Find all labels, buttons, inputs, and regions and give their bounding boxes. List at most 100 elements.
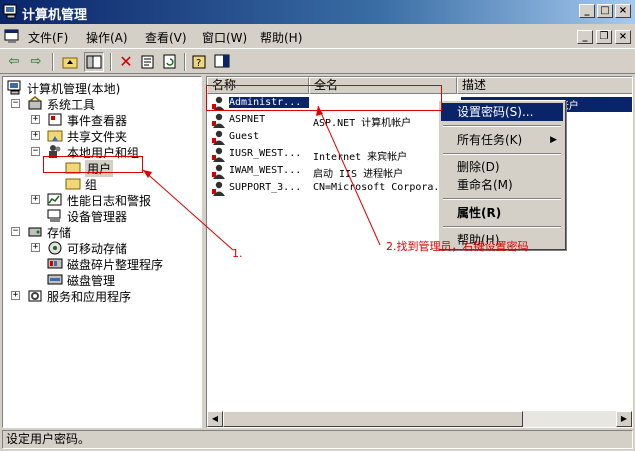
table-row[interactable]: ASPNET ASP.NET 计算机帐户 辅助进程 (as (207, 112, 632, 129)
performance-icon (47, 193, 62, 206)
row-name: ASPNET (229, 114, 266, 125)
expand-icon[interactable]: + (31, 243, 40, 252)
window-title: 计算机管理 (22, 8, 88, 23)
status-bar: 设定用户密码。 (2, 430, 633, 449)
show-action-pane-icon[interactable] (212, 52, 232, 72)
menu-all-tasks-label: 所有任务(K) (457, 133, 523, 147)
system-tools-icon (28, 96, 42, 110)
tree-label: 系统工具 (47, 98, 96, 112)
tree-label: 性能日志和警报 (67, 194, 152, 208)
tree-label: 磁盘碎片整理程序 (67, 258, 164, 272)
computer-management-icon (7, 80, 21, 95)
device-manager-icon (47, 209, 61, 222)
menu-delete[interactable]: 删除(D) (441, 158, 563, 176)
expand-icon[interactable]: + (31, 195, 40, 204)
table-row[interactable]: IWAM_WEST... 启动 IIS 进程帐户 用程序的 Int (207, 163, 632, 180)
menu-view[interactable]: 查看(V) (145, 29, 187, 46)
toolbar-separator (110, 53, 112, 71)
menu-separator (443, 125, 561, 127)
scroll-left-icon[interactable]: ◀ (207, 411, 223, 427)
tree-label: 组 (85, 178, 98, 192)
storage-icon (28, 227, 42, 237)
toolbar-separator (52, 53, 54, 71)
menu-all-tasks[interactable]: 所有任务(K) ▶ (441, 131, 563, 149)
properties-icon[interactable] (138, 52, 158, 72)
table-row[interactable]: IUSR_WEST... Internet 来宾帐户 信息服务的 (207, 146, 632, 163)
context-menu: 设置密码(S)... 所有任务(K) ▶ 删除(D) 重命名(M) 属性(R) … (438, 100, 566, 250)
user-icon (212, 164, 225, 179)
user-icon (212, 130, 225, 145)
row-name: IWAM_WEST... (229, 165, 302, 176)
scroll-right-icon[interactable]: ▶ (616, 411, 632, 427)
tree-label: 计算机管理(本地) (27, 82, 121, 96)
up-level-icon[interactable] (60, 52, 80, 72)
tree-label: 共享文件夹 (67, 130, 128, 144)
row-name: IUSR_WEST... (229, 148, 302, 159)
mdi-minimize-button[interactable]: _ (577, 30, 593, 44)
menu-file[interactable]: 文件(F) (28, 29, 68, 46)
collapse-icon[interactable]: − (11, 99, 20, 108)
row-name: SUPPORT_3... (229, 182, 302, 193)
minimize-button[interactable]: _ (579, 4, 595, 18)
expand-icon[interactable]: + (31, 131, 40, 140)
horizontal-scrollbar[interactable]: ◀ ▶ (207, 411, 632, 427)
menu-action[interactable]: 操作(A) (86, 29, 128, 46)
row-name: Guest (229, 131, 260, 142)
row-fullname: ASP.NET 计算机帐户 (313, 118, 412, 129)
back-icon[interactable]: ⇦ (4, 52, 24, 72)
column-header-description[interactable]: 描述 (457, 77, 632, 94)
collapse-icon[interactable]: − (11, 227, 20, 236)
mdi-restore-button[interactable]: ❐ (596, 30, 612, 44)
console-window-icon[interactable] (4, 28, 20, 44)
shared-folder-icon (47, 130, 63, 142)
services-icon (28, 290, 42, 302)
mdi-close-button[interactable]: × (615, 30, 631, 44)
user-icon (212, 113, 225, 128)
disk-management-icon (47, 274, 63, 285)
annotation-step-1: 1. (232, 247, 243, 260)
tree-label: 事件查看器 (67, 114, 128, 128)
menu-separator (443, 226, 561, 228)
row-fullname: 启动 IIS 进程帐户 (313, 169, 404, 180)
menu-bar: 文件(F) 操作(A) 查看(V) 窗口(W) 帮助(H) (0, 25, 635, 47)
menu-set-password[interactable]: 设置密码(S)... (441, 103, 563, 121)
submenu-arrow-icon: ▶ (550, 135, 557, 145)
computer-management-icon (3, 4, 17, 19)
tree-label: 服务和应用程序 (47, 290, 132, 304)
maximize-button[interactable]: □ (597, 4, 613, 18)
annotation-box-administrator (206, 85, 442, 111)
menu-rename[interactable]: 重命名(M) (441, 176, 563, 194)
console-tree: 计算机管理(本地) − 系统工具 + 事件查看器 + 共享文件夹 − 本地用户和… (2, 76, 202, 428)
show-tree-icon[interactable] (84, 52, 104, 72)
removable-storage-icon (48, 241, 62, 255)
annotation-step-2: 2.找到管理员，右键设置密码 (386, 240, 529, 253)
close-button[interactable]: × (615, 4, 631, 18)
toolbar: ⇦ ⇨ ✕ ? (0, 48, 635, 74)
collapse-icon[interactable]: − (31, 147, 40, 156)
menu-help[interactable]: 帮助(H) (260, 29, 302, 46)
expand-icon[interactable]: + (31, 115, 40, 124)
defragmenter-icon (47, 258, 63, 269)
row-fullname: CN=Microsoft Corpora... (313, 182, 452, 193)
annotation-box-users (43, 156, 143, 173)
row-fullname: Internet 来宾帐户 (313, 152, 408, 163)
user-icon (212, 147, 225, 162)
tree-label: 存储 (47, 226, 72, 240)
title-bar: 计算机管理 _ □ × (0, 0, 635, 24)
svg-text:?: ? (196, 58, 201, 69)
tree-label: 可移动存储 (67, 242, 128, 256)
table-row[interactable]: SUPPORT_3... CN=Microsoft Corpora... 持服务… (207, 180, 632, 197)
expand-icon[interactable]: + (11, 291, 20, 300)
forward-icon[interactable]: ⇨ (26, 52, 46, 72)
folder-icon (65, 178, 81, 190)
refresh-icon[interactable] (160, 52, 180, 72)
tree-label: 磁盘管理 (67, 274, 116, 288)
toolbar-separator (184, 53, 186, 71)
scrollbar-thumb[interactable] (223, 411, 523, 427)
delete-icon[interactable]: ✕ (116, 52, 136, 72)
menu-properties[interactable]: 属性(R) (441, 204, 563, 222)
table-row[interactable]: Guest 或访问域的内 (207, 129, 632, 146)
help-icon[interactable]: ? (190, 52, 210, 72)
tree-label: 设备管理器 (67, 210, 128, 224)
menu-window[interactable]: 窗口(W) (202, 29, 247, 46)
